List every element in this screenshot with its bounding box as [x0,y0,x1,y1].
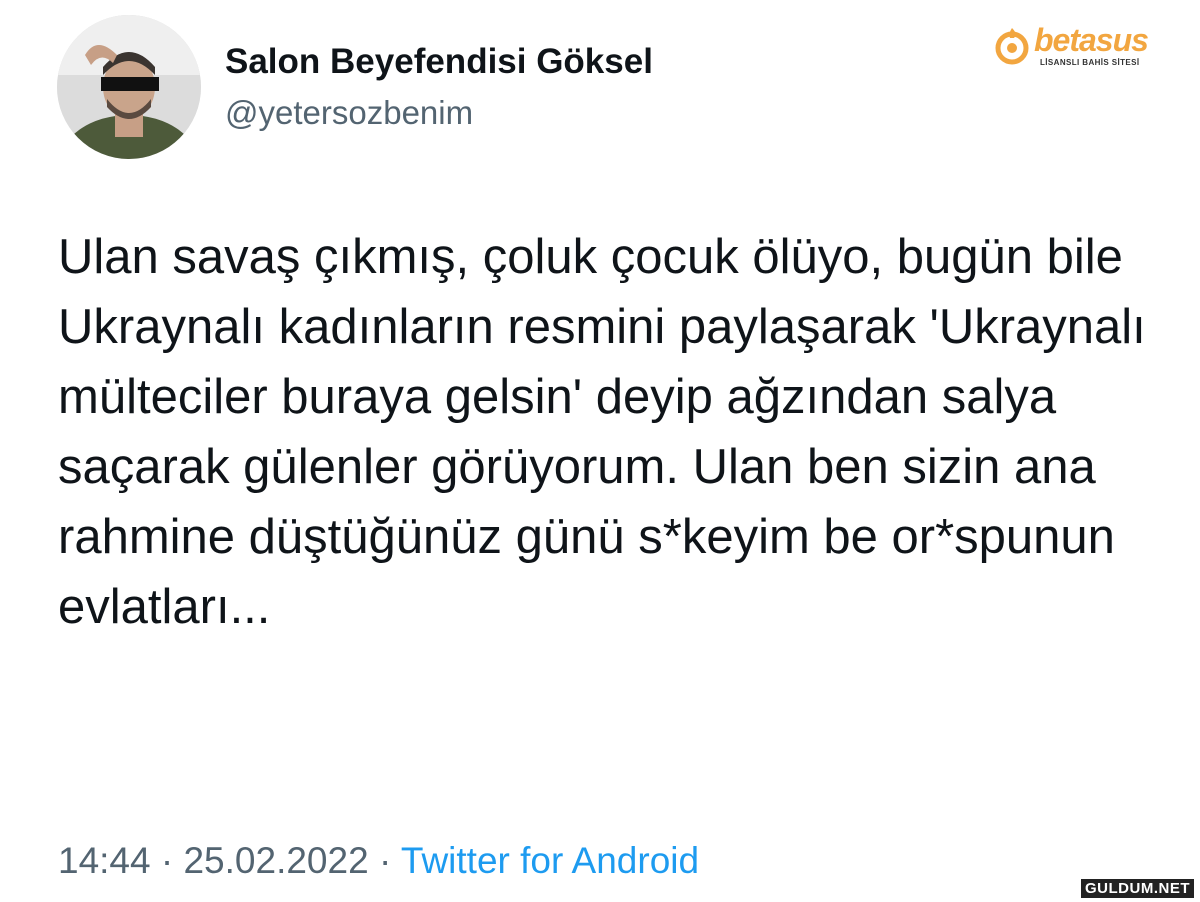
tweet-time[interactable]: 14:44 [58,840,151,881]
tweet-meta: 14:44 · 25.02.2022 · Twitter for Android [58,840,699,882]
brand-tagline: LİSANSLI BAHİS SİTESİ [1040,58,1140,67]
author-avatar[interactable] [57,15,201,159]
tweet-text: Ulan savaş çıkmış, çoluk çocuk ölüyo, bu… [58,230,1146,634]
meta-separator: · [150,840,184,881]
brand-logo-icon [995,28,1029,65]
author-display-name[interactable]: Salon Beyefendisi Göksel [225,42,653,82]
site-watermark: GULDUM.NET [1081,879,1194,898]
tweet-source-link[interactable]: Twitter for Android [401,840,699,881]
brand-name: betasus [1034,22,1149,58]
tweet-date[interactable]: 25.02.2022 [183,840,368,881]
avatar-photo [57,15,201,159]
author-handle[interactable]: @yetersozbenim [225,94,473,132]
censor-bar [101,77,159,91]
brand-watermark: betasus LİSANSLI BAHİS SİTESİ [992,22,1172,70]
meta-separator: · [368,840,401,881]
